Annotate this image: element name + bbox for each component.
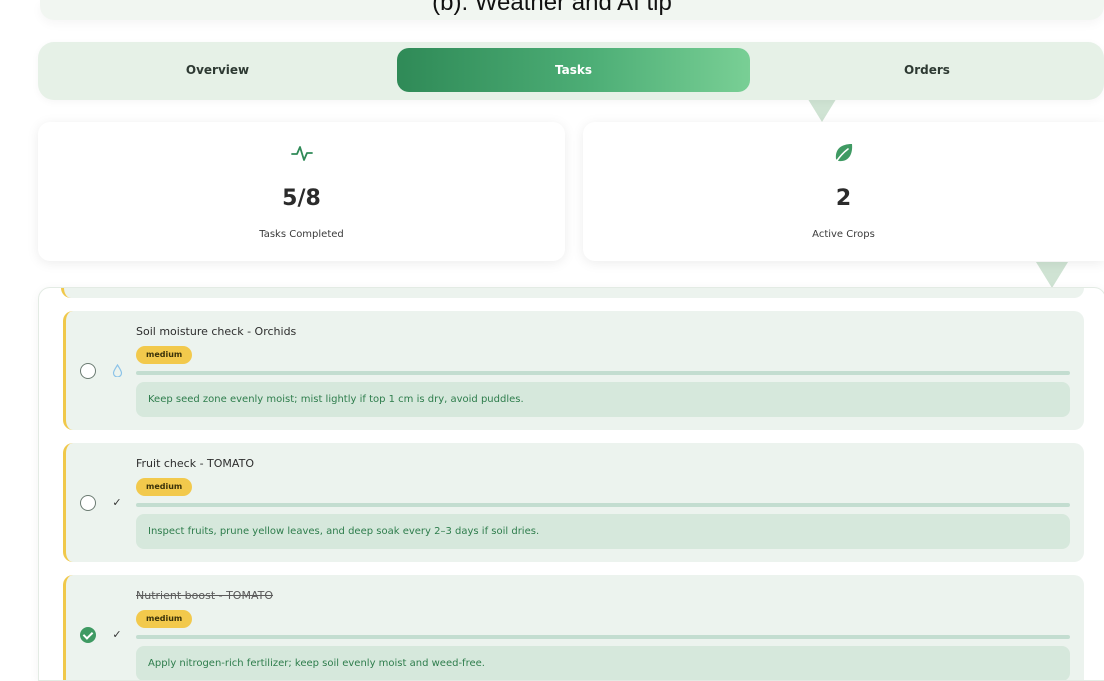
task-title: Nutrient boost - TOMATO [136, 589, 274, 602]
task-checkbox[interactable] [80, 495, 96, 511]
active-crops-value: 2 [835, 186, 852, 211]
figure-caption: (b). Weather and AI tip [432, 0, 672, 16]
activity-pulse-icon [290, 146, 313, 161]
active-crops-label: Active Crops [812, 229, 875, 240]
checkmark-icon: ✓ [112, 628, 122, 641]
task-item: Soil moisture check - Orchids medium Kee… [63, 311, 1084, 430]
tab-tasks[interactable]: Tasks [397, 48, 750, 92]
priority-badge: medium [136, 478, 193, 496]
task-divider [136, 635, 1070, 639]
stat-card-active-crops: 2 Active Crops [583, 122, 1104, 261]
task-title: Fruit check - TOMATO [136, 457, 254, 470]
task-item: ✓ Fruit check - TOMATO medium Inspect fr… [63, 443, 1084, 562]
task-list-panel: Soil moisture check - Orchids medium Kee… [38, 287, 1104, 681]
task-item-partial [61, 288, 1084, 298]
decorative-triangle [1036, 262, 1068, 288]
tab-orders[interactable]: Orders [750, 48, 1104, 92]
task-item-completed: ✓ Nutrient boost - TOMATO medium Apply n… [63, 575, 1084, 680]
water-drop-icon [110, 364, 124, 378]
task-divider [136, 503, 1070, 507]
tasks-completed-label: Tasks Completed [259, 229, 344, 240]
task-divider [136, 371, 1070, 375]
task-tip: Keep seed zone evenly moist; mist lightl… [136, 382, 1070, 417]
tasks-completed-value: 5/8 [282, 186, 321, 211]
task-checkbox[interactable] [80, 363, 96, 379]
tab-bar: Overview Tasks Orders [38, 42, 1104, 100]
leaf-icon [834, 144, 852, 163]
tab-overview[interactable]: Overview [38, 48, 397, 92]
task-title: Soil moisture check - Orchids [136, 325, 297, 338]
task-tip: Inspect fruits, prune yellow leaves, and… [136, 514, 1070, 549]
stat-card-tasks-completed: 5/8 Tasks Completed [38, 122, 565, 261]
task-checkbox-checked[interactable] [80, 627, 96, 643]
checkmark-icon: ✓ [112, 496, 122, 509]
task-tip: Apply nitrogen-rich fertilizer; keep soi… [136, 646, 1070, 680]
priority-badge: medium [136, 346, 193, 364]
priority-badge: medium [136, 610, 193, 628]
